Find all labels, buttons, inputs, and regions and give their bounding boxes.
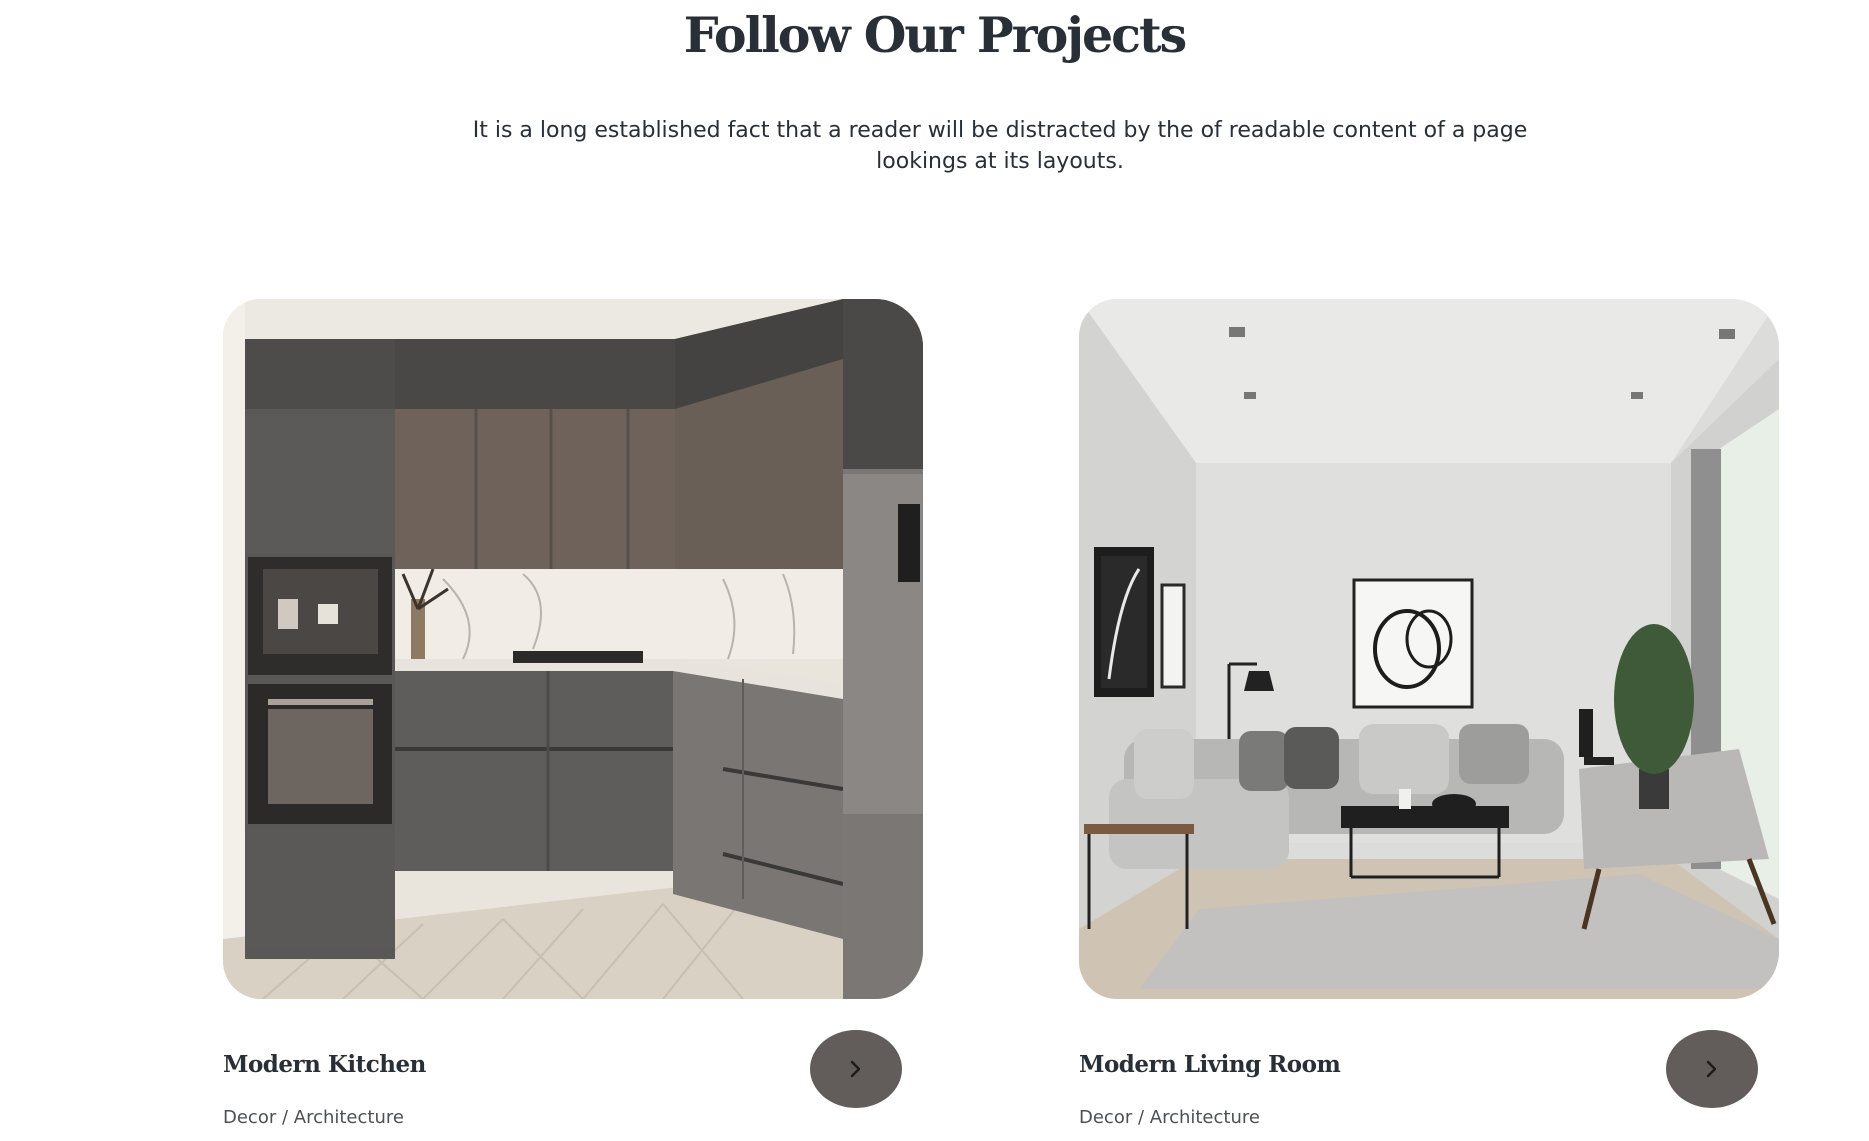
project-image-kitchen[interactable] <box>223 299 923 999</box>
project-category: Decor / Architecture <box>1079 1107 1260 1128</box>
project-title[interactable]: Modern Kitchen <box>223 1051 426 1078</box>
chevron-right-icon <box>1706 1060 1717 1078</box>
project-title[interactable]: Modern Living Room <box>1079 1051 1341 1078</box>
project-card-modern-kitchen: Modern Kitchen Decor / Architecture <box>223 299 923 1128</box>
project-next-button[interactable] <box>1666 1030 1758 1108</box>
chevron-right-icon <box>850 1060 861 1078</box>
project-next-button[interactable] <box>810 1030 902 1108</box>
section-title: Follow Our Projects <box>683 6 1187 64</box>
project-category: Decor / Architecture <box>223 1107 404 1128</box>
project-card-modern-living-room: Modern Living Room Decor / Architecture <box>1079 299 1779 1128</box>
project-image-living-room[interactable] <box>1079 299 1779 999</box>
section-description: It is a long established fact that a rea… <box>472 118 1528 174</box>
